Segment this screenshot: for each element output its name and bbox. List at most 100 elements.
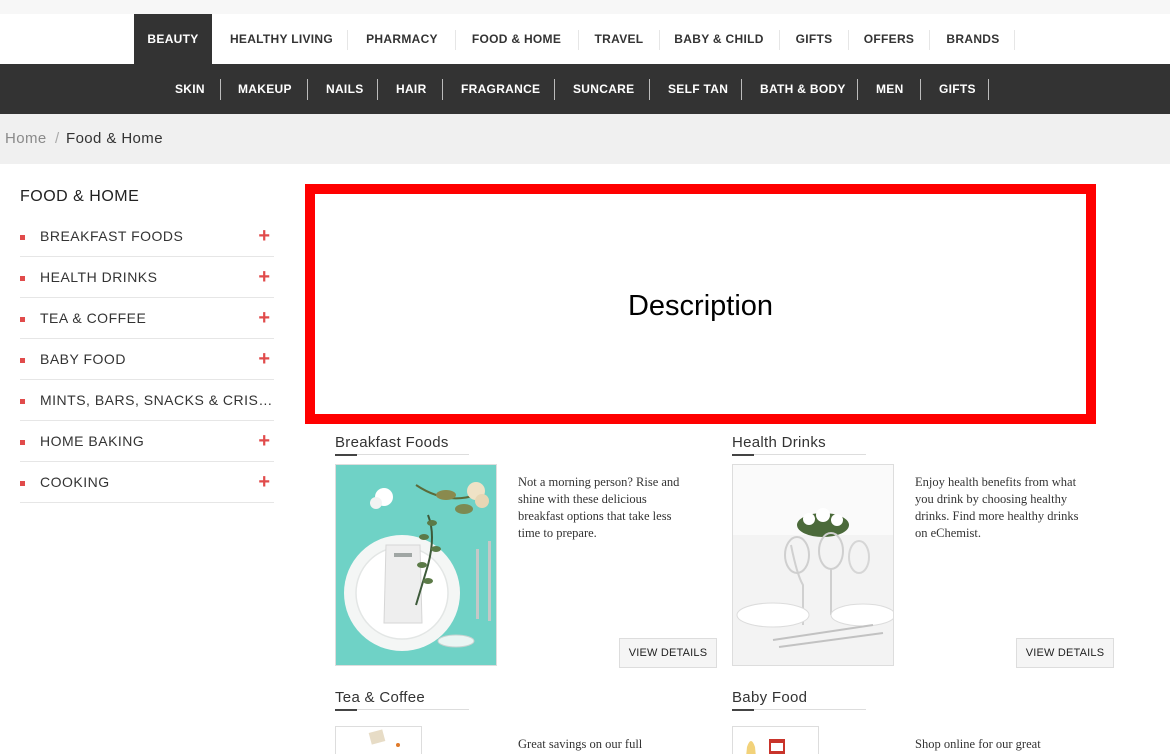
expand-plus-icon[interactable]: +: [258, 429, 270, 453]
breadcrumb-current: Food & Home: [66, 130, 163, 147]
sidebar-item-label: HOME BAKING: [40, 433, 145, 449]
category-title[interactable]: Tea & Coffee: [335, 689, 425, 706]
category-description: Not a morning person? Rise and shine wit…: [518, 475, 680, 540]
sidebar-item-baby-food[interactable]: BABY FOOD +: [20, 339, 274, 380]
nav-divider: [1014, 30, 1015, 50]
breadcrumb-home-link[interactable]: Home: [5, 130, 47, 147]
title-underline-accent: [335, 709, 357, 711]
subnav-divider: [554, 79, 555, 100]
sidebar-item-label: HEALTH DRINKS: [40, 269, 158, 285]
sidebar-item-label: BREAKFAST FOODS: [40, 228, 184, 244]
category-sidebar: FOOD & HOME BREAKFAST FOODS + HEALTH DRI…: [20, 186, 274, 503]
view-details-button[interactable]: VIEW DETAILS: [619, 638, 717, 668]
subnav-divider: [442, 79, 443, 100]
main-nav-travel[interactable]: TRAVEL: [581, 14, 657, 64]
sidebar-item-cooking[interactable]: COOKING +: [20, 462, 274, 503]
main-nav-beauty[interactable]: BEAUTY: [134, 14, 212, 64]
sub-nav-suncare[interactable]: SUNCARE: [573, 64, 634, 114]
baby-food-image[interactable]: [732, 726, 819, 754]
sub-nav-makeup[interactable]: MAKEUP: [238, 64, 292, 114]
category-description: Great savings on our full: [518, 737, 643, 751]
baby-food-illustration: [733, 727, 818, 754]
sidebar-item-label: BABY FOOD: [40, 351, 126, 367]
main-nav: BEAUTY HEALTHY LIVING PHARMACY FOOD & HO…: [0, 14, 1170, 64]
main-nav-food-home[interactable]: FOOD & HOME: [458, 14, 575, 64]
nav-divider: [779, 30, 780, 50]
title-underline-accent: [732, 454, 754, 456]
nav-divider: [929, 30, 930, 50]
sub-nav-self-tan[interactable]: SELF TAN: [668, 64, 728, 114]
subnav-divider: [741, 79, 742, 100]
expand-plus-icon[interactable]: +: [258, 265, 270, 289]
sub-nav-hair[interactable]: HAIR: [396, 64, 427, 114]
main-nav-offers[interactable]: OFFERS: [851, 14, 927, 64]
view-details-button[interactable]: VIEW DETAILS: [1016, 638, 1114, 668]
sidebar-item-label: TEA & COFFEE: [40, 310, 147, 326]
nav-divider: [659, 30, 660, 50]
bullet-icon: [20, 358, 25, 363]
expand-plus-icon[interactable]: +: [258, 347, 270, 371]
sub-nav: SKIN MAKEUP NAILS HAIR FRAGRANCE SUNCARE…: [0, 64, 1170, 114]
description-label: Description: [627, 290, 774, 322]
main-nav-gifts[interactable]: GIFTS: [782, 14, 846, 64]
subnav-divider: [857, 79, 858, 100]
sidebar-item-health-drinks[interactable]: HEALTH DRINKS +: [20, 257, 274, 298]
category-card-baby-food: Baby Food Shop online for our great: [732, 689, 1132, 754]
sub-nav-gifts[interactable]: GIFTS: [939, 64, 976, 114]
health-drinks-illustration: [733, 465, 893, 665]
tea-coffee-illustration: [336, 727, 421, 754]
expand-plus-icon[interactable]: +: [258, 306, 270, 330]
description-placeholder: Description: [305, 184, 1096, 424]
sidebar-item-label: MINTS, BARS, SNACKS & CRISP...: [40, 392, 274, 408]
title-underline-accent: [732, 709, 754, 711]
main-nav-healthy-living[interactable]: HEALTHY LIVING: [216, 14, 347, 64]
subnav-divider: [920, 79, 921, 100]
title-underline-accent: [335, 454, 357, 456]
bullet-icon: [20, 481, 25, 486]
bullet-icon: [20, 440, 25, 445]
main-nav-baby-child[interactable]: BABY & CHILD: [662, 14, 776, 64]
bullet-icon: [20, 276, 25, 281]
top-strip: [0, 0, 1170, 14]
category-title[interactable]: Breakfast Foods: [335, 434, 449, 451]
tea-coffee-image[interactable]: [335, 726, 422, 754]
subnav-divider: [988, 79, 989, 100]
sub-nav-fragrance[interactable]: FRAGRANCE: [461, 64, 540, 114]
category-card-breakfast-foods: Breakfast Foods Not a morning person? Ri…: [335, 434, 735, 684]
sub-nav-men[interactable]: MEN: [876, 64, 904, 114]
breakfast-table-image[interactable]: [335, 464, 497, 666]
main-nav-pharmacy[interactable]: PHARMACY: [350, 14, 454, 64]
category-card-tea-coffee: Tea & Coffee Great savings on our full: [335, 689, 735, 754]
sidebar-item-home-baking[interactable]: HOME BAKING +: [20, 421, 274, 462]
bullet-icon: [20, 399, 25, 404]
dining-table-image[interactable]: [732, 464, 894, 666]
breadcrumb-separator: /: [55, 130, 60, 147]
sidebar-item-breakfast-foods[interactable]: BREAKFAST FOODS +: [20, 216, 274, 257]
breakfast-illustration: [336, 465, 496, 665]
expand-plus-icon[interactable]: +: [258, 224, 270, 248]
nav-divider: [848, 30, 849, 50]
sub-nav-skin[interactable]: SKIN: [175, 64, 205, 114]
main-nav-brands[interactable]: BRANDS: [932, 14, 1014, 64]
category-title[interactable]: Health Drinks: [732, 434, 826, 451]
subnav-divider: [307, 79, 308, 100]
category-description: Shop online for our great: [915, 737, 1041, 751]
category-description: Enjoy health benefits from what you drin…: [915, 475, 1079, 540]
breadcrumb: Home / Food & Home: [0, 114, 1170, 164]
category-card-health-drinks: Health Drinks Enjoy health benefits from…: [732, 434, 1132, 684]
nav-divider: [347, 30, 348, 50]
sub-nav-nails[interactable]: NAILS: [326, 64, 364, 114]
category-title[interactable]: Baby Food: [732, 689, 807, 706]
bullet-icon: [20, 317, 25, 322]
expand-plus-icon[interactable]: +: [258, 470, 270, 494]
sidebar-item-tea-coffee[interactable]: TEA & COFFEE +: [20, 298, 274, 339]
nav-divider: [578, 30, 579, 50]
subnav-divider: [649, 79, 650, 100]
bullet-icon: [20, 235, 25, 240]
nav-divider: [455, 30, 456, 50]
sidebar-title: FOOD & HOME: [20, 188, 140, 205]
sidebar-item-mints-bars-snacks[interactable]: MINTS, BARS, SNACKS & CRISP...: [20, 380, 274, 421]
sub-nav-bath-body[interactable]: BATH & BODY: [760, 64, 846, 114]
subnav-divider: [377, 79, 378, 100]
sidebar-item-label: COOKING: [40, 474, 110, 490]
